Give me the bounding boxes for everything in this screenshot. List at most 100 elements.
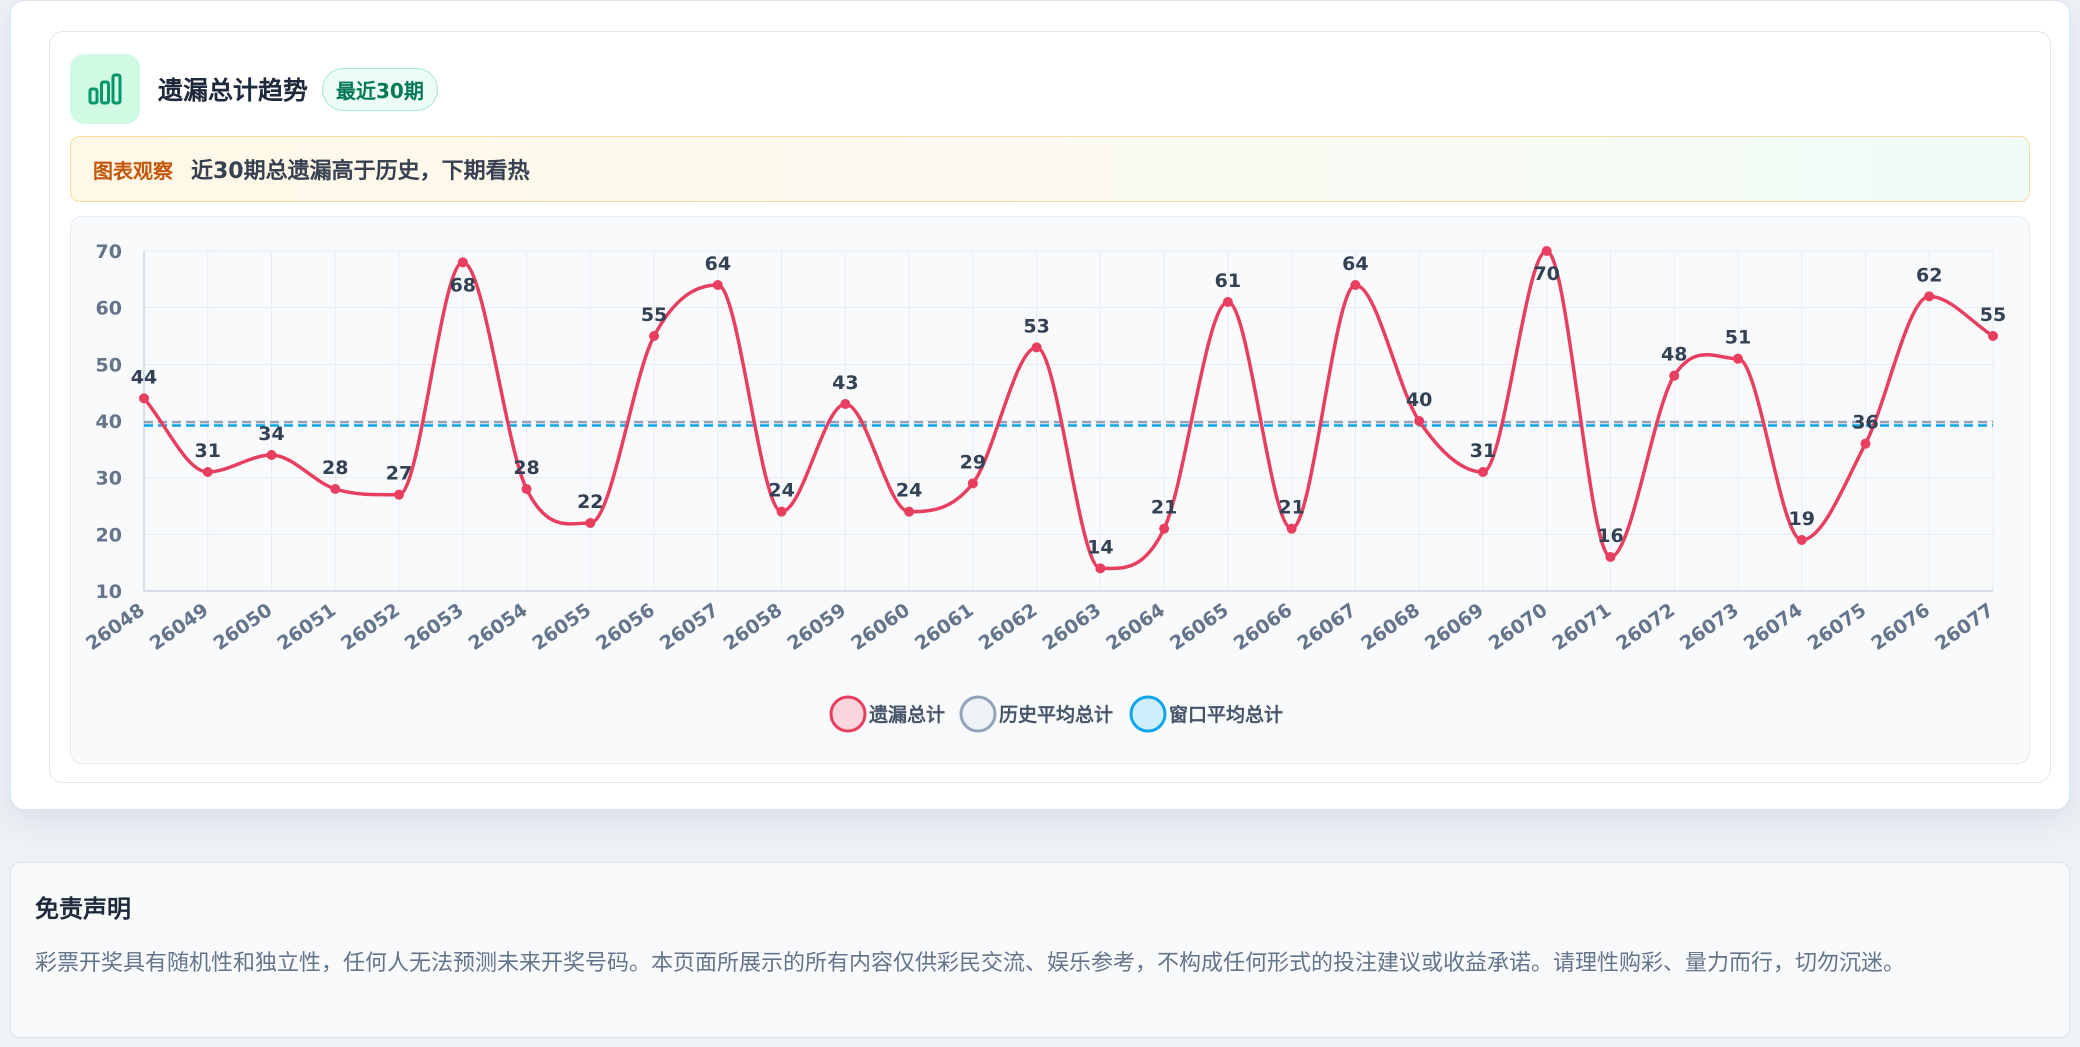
- data-label: 16: [1597, 525, 1623, 547]
- x-tick-label: 26074: [1740, 599, 1807, 655]
- legend-label: 历史平均总计: [999, 703, 1113, 726]
- data-label: 53: [1023, 315, 1049, 337]
- data-label: 28: [513, 457, 539, 479]
- data-point: [1860, 438, 1871, 449]
- period-badge: 最近30期: [322, 67, 438, 111]
- data-point: [1222, 297, 1233, 307]
- x-tick-label: 26067: [1294, 599, 1361, 655]
- x-tick-label: 26068: [1357, 599, 1424, 655]
- data-point: [1159, 523, 1170, 534]
- data-label: 14: [1087, 536, 1113, 558]
- data-point: [1095, 563, 1106, 574]
- x-tick-label: 26061: [911, 599, 978, 655]
- x-tick-label: 26065: [1166, 599, 1233, 655]
- data-label: 44: [131, 366, 157, 388]
- data-label: 28: [322, 457, 348, 479]
- x-tick-label: 26076: [1867, 599, 1934, 655]
- data-point: [967, 478, 978, 489]
- chart-title: 遗漏总计趋势: [158, 76, 309, 105]
- y-tick-label: 40: [96, 411, 122, 433]
- data-label: 24: [768, 480, 794, 502]
- data-label: 55: [1980, 304, 2006, 326]
- data-label: 19: [1788, 508, 1814, 530]
- data-label: 29: [960, 451, 986, 473]
- x-tick-label: 26066: [1230, 599, 1297, 655]
- x-tick-label: 26055: [528, 599, 595, 655]
- observation-label: 图表观察: [93, 158, 173, 183]
- data-point: [330, 484, 341, 494]
- data-point: [1477, 467, 1488, 477]
- y-tick-label: 30: [96, 468, 122, 490]
- data-label: 55: [641, 304, 667, 326]
- x-tick-label: 26077: [1931, 599, 1998, 655]
- x-tick-label: 26053: [401, 599, 468, 655]
- x-tick-label: 26070: [1485, 599, 1552, 655]
- disclaimer-title: 免责声明: [35, 895, 131, 923]
- data-label: 68: [450, 274, 476, 296]
- data-point: [649, 331, 660, 341]
- legend-marker: [829, 695, 867, 733]
- data-point: [904, 506, 915, 517]
- disclaimer-panel: 免责声明 彩票开奖具有随机性和独立性，任何人无法预测未来开奖号码。本页面所展示的…: [10, 862, 2070, 1038]
- data-point: [1988, 331, 1998, 341]
- data-label: 64: [1342, 253, 1368, 275]
- x-tick-label: 26057: [656, 599, 723, 655]
- data-point: [1541, 246, 1552, 256]
- disclaimer-text: 彩票开奖具有随机性和独立性，任何人无法预测未来开奖号码。本页面所展示的所有内容仅…: [35, 951, 1906, 976]
- data-point: [394, 489, 405, 500]
- data-point: [521, 484, 532, 494]
- x-tick-label: 26059: [783, 599, 850, 655]
- data-label: 31: [195, 440, 221, 462]
- data-point: [776, 506, 787, 517]
- data-point: [266, 450, 277, 460]
- data-point: [1796, 535, 1807, 545]
- x-tick-label: 26072: [1612, 599, 1679, 655]
- x-tick-label: 26075: [1804, 599, 1871, 655]
- x-tick-label: 26073: [1676, 599, 1743, 655]
- data-point: [585, 518, 596, 528]
- x-tick-label: 26071: [1549, 599, 1616, 655]
- x-tick-label: 26058: [720, 599, 787, 655]
- plot-area: 10 20 30 40 50 60 70 26048 26049 26050 26051 26052 2…: [70, 216, 2030, 764]
- data-label: 51: [1725, 327, 1751, 349]
- x-tick-label: 26062: [975, 599, 1042, 655]
- x-tick-label: 26060: [847, 599, 914, 655]
- legend-marker: [1129, 695, 1167, 733]
- data-point: [202, 467, 213, 477]
- x-tick-label: 26051: [273, 599, 340, 655]
- data-label: 43: [832, 372, 858, 394]
- data-point: [1031, 342, 1042, 353]
- x-tick-label: 26054: [465, 599, 532, 655]
- x-tick-label: 26063: [1038, 599, 1105, 655]
- data-point: [1350, 280, 1361, 290]
- data-label: 48: [1661, 344, 1687, 366]
- legend-marker: [959, 695, 997, 733]
- x-tick-label: 26050: [210, 599, 277, 655]
- bar-chart-icon: [70, 54, 140, 124]
- data-label: 31: [1470, 440, 1496, 462]
- data-point: [457, 257, 468, 268]
- data-label: 22: [577, 491, 603, 513]
- data-label: 36: [1852, 412, 1878, 434]
- data-label: 64: [705, 253, 731, 275]
- total-miss-line: [142, 249, 1994, 571]
- data-label: 40: [1406, 389, 1432, 411]
- data-label: 21: [1151, 497, 1177, 519]
- y-tick-label: 20: [96, 524, 122, 546]
- data-label: 24: [896, 480, 922, 502]
- chart-observation: 图表观察 近30期总遗漏高于历史，下期看热: [70, 136, 2030, 202]
- y-tick-label: 60: [96, 298, 122, 320]
- data-point: [1669, 370, 1680, 381]
- data-label: 27: [386, 463, 412, 485]
- x-tick-label: 26048: [82, 599, 149, 655]
- data-label: 21: [1278, 497, 1304, 519]
- legend-label: 窗口平均总计: [1169, 703, 1283, 726]
- chart-card: 遗漏总计趋势 最近30期 图表观察 近30期总遗漏高于历史，下期看热 10 20 3…: [49, 31, 2051, 783]
- data-point: [1414, 416, 1425, 426]
- x-tick-label: 26064: [1102, 599, 1169, 655]
- y-tick-label: 10: [96, 581, 122, 603]
- x-tick-label: 26069: [1421, 599, 1488, 655]
- data-point: [1605, 552, 1616, 562]
- data-label: 61: [1215, 270, 1241, 292]
- y-tick-label: 70: [96, 241, 122, 263]
